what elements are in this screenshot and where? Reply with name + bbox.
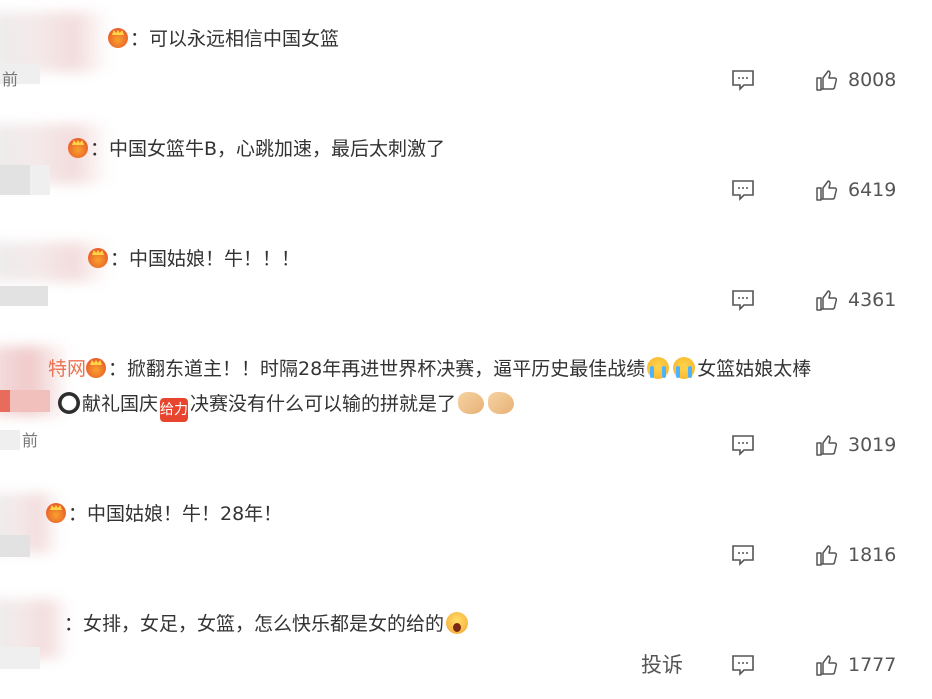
thumbs-up-icon[interactable]	[815, 178, 839, 202]
flexed-biceps-emoji-icon	[458, 392, 485, 414]
comment-actions: 3019	[0, 431, 932, 459]
like-count: 4361	[848, 289, 897, 311]
panda-emoji-icon	[58, 392, 80, 414]
comment-actions: 8008	[0, 66, 932, 94]
comment-reply-icon[interactable]	[731, 434, 755, 456]
like-count: 1777	[848, 654, 897, 676]
crown-badge-icon	[68, 138, 88, 158]
thumbs-up-icon[interactable]	[815, 433, 839, 457]
comment-reply-icon[interactable]	[731, 654, 755, 676]
crown-badge-icon	[46, 503, 66, 523]
thumbs-up-icon[interactable]	[815, 288, 839, 312]
crying-emoji-icon	[647, 357, 670, 379]
comment-reply-icon[interactable]	[731, 69, 755, 91]
geili-sticker-icon: 给力	[160, 398, 189, 422]
thumbs-up-icon[interactable]	[815, 543, 839, 567]
comment-text: ：中国姑娘！牛！！！	[88, 247, 300, 271]
comment-reply-icon[interactable]	[731, 179, 755, 201]
like-count: 6419	[848, 179, 897, 201]
comment-actions: 6419	[0, 176, 932, 204]
thumbs-up-icon[interactable]	[815, 68, 839, 92]
comment-actions: 4361	[0, 286, 932, 314]
screaming-emoji-icon	[446, 612, 469, 634]
crying-emoji-icon	[673, 357, 696, 379]
crown-badge-icon	[86, 358, 107, 378]
mosaic-block	[0, 390, 10, 412]
like-count: 8008	[848, 69, 897, 91]
comment-text: ：中国女篮牛B，心跳加速，最后太刺激了	[68, 137, 445, 161]
username-fragment[interactable]: 特网	[48, 358, 86, 380]
thumbs-up-icon[interactable]	[815, 653, 839, 677]
comment-actions: 1816	[0, 541, 932, 569]
like-count: 3019	[848, 434, 897, 456]
crown-badge-icon	[108, 28, 128, 48]
comment-text: ：中国姑娘！牛！28年！	[46, 502, 282, 526]
like-count: 1816	[848, 544, 897, 566]
comment-reply-icon[interactable]	[731, 289, 755, 311]
comment-actions: 投诉 1777	[0, 651, 932, 679]
comment-text: 特网 ：掀翻东道主！！时隔28年再进世界杯决赛，逼平历史最佳战绩 女篮姑娘太棒	[48, 357, 812, 380]
avatar-blurred	[0, 12, 110, 72]
mosaic-block	[10, 390, 50, 412]
comment-text-line2: 献礼国庆 给力 决赛没有什么可以输的拼就是了	[56, 392, 516, 422]
comment-text: ：可以永远相信中国女篮	[108, 27, 339, 51]
comment-reply-icon[interactable]	[731, 544, 755, 566]
flexed-biceps-emoji-icon	[488, 392, 515, 414]
report-button[interactable]: 投诉	[641, 651, 683, 679]
comment-text: ：女排，女足，女篮，怎么快乐都是女的给的	[64, 612, 470, 636]
crown-badge-icon	[88, 248, 108, 268]
